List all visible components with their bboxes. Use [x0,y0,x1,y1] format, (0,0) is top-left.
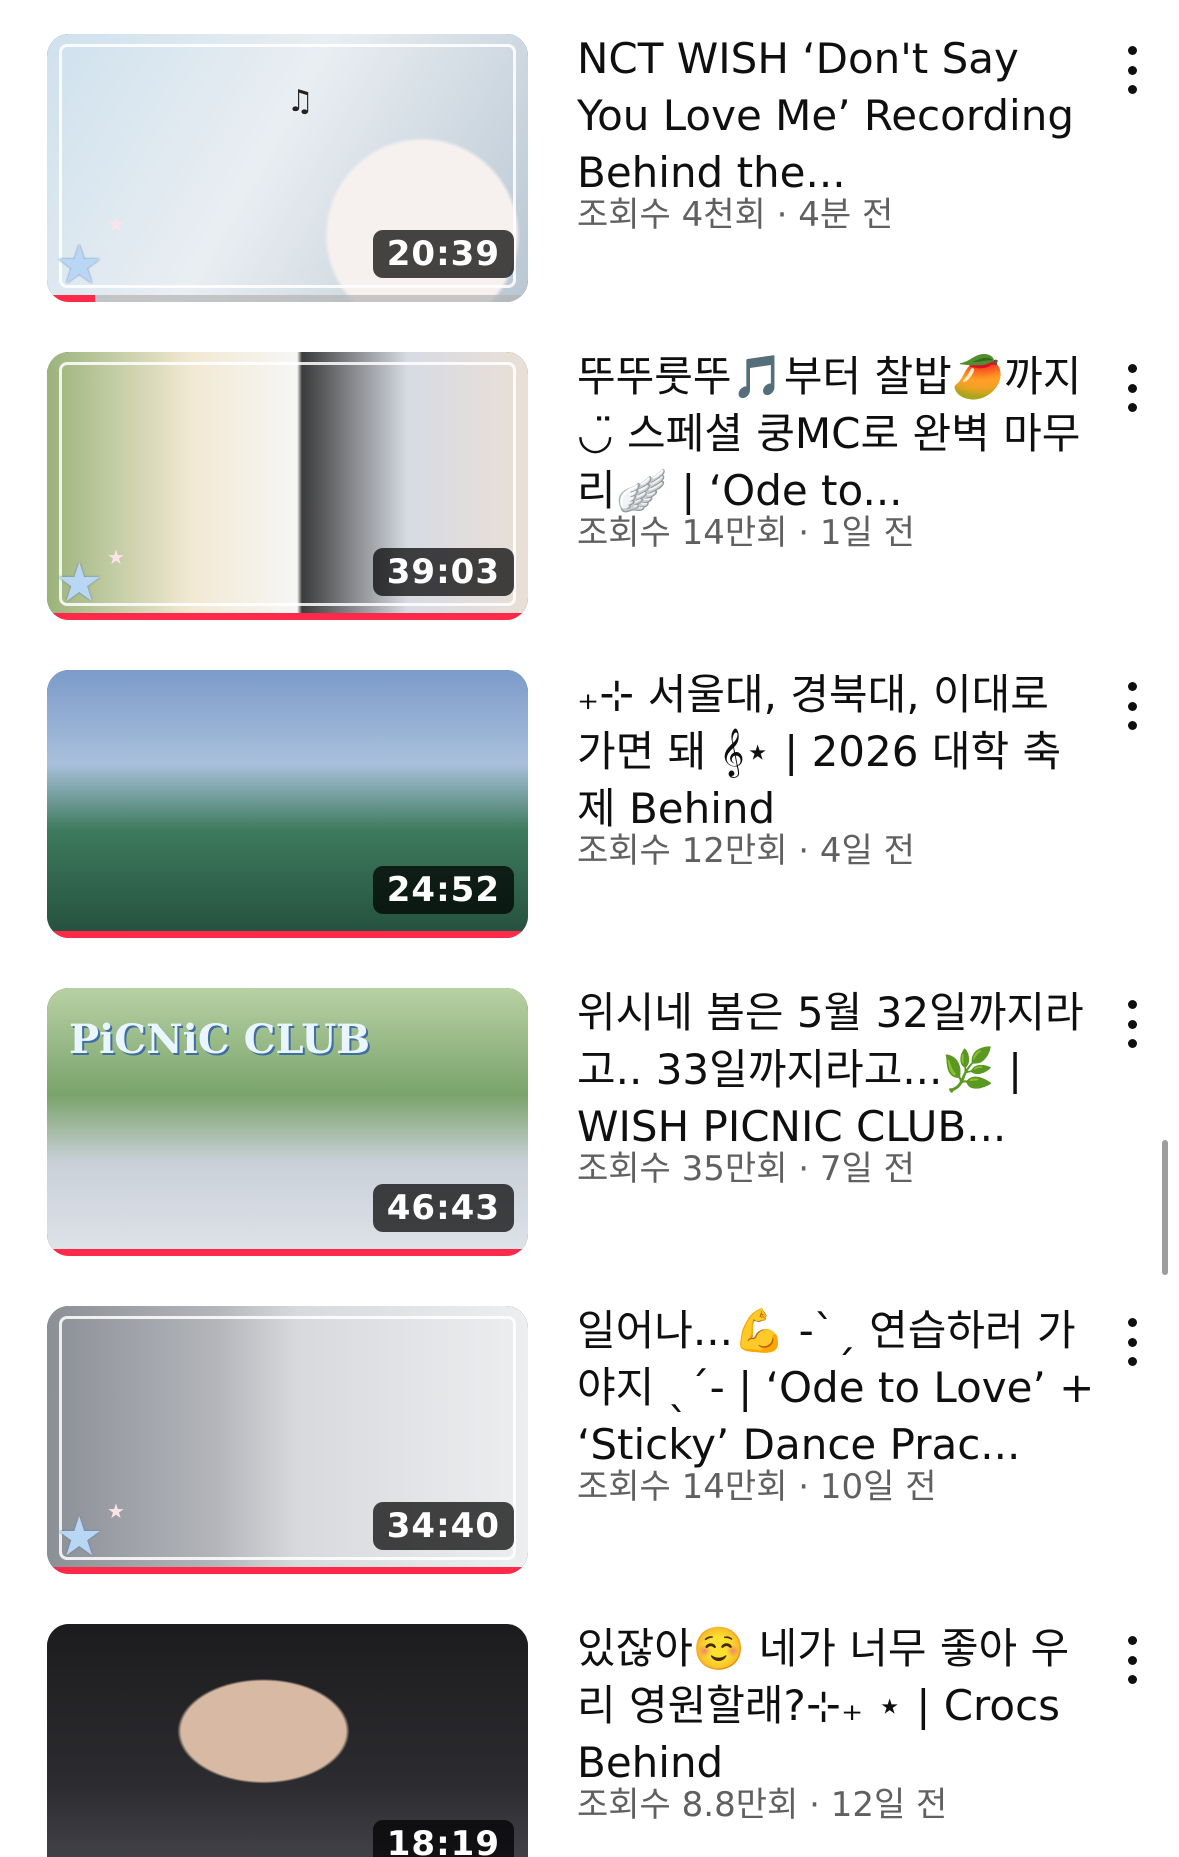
more-vert-icon[interactable] [1112,678,1152,734]
more-vert-icon[interactable] [1112,1314,1152,1370]
watch-progress-bar [47,1567,528,1574]
picnic-club-logo: PiCNiC CLUB [69,1016,371,1063]
star-icon: ★ [55,551,104,614]
video-item[interactable]: ♫ ★ ★ 20:39 NCT WISH ‘Don't Say You Love… [0,34,1179,334]
video-title[interactable]: 위시네 봄은 5월 32일까지라고.. 33일까지라고...🌿 | WISH P… [577,984,1097,1155]
watch-progress-fill [47,613,528,620]
video-feed: ♫ ★ ★ 20:39 NCT WISH ‘Don't Say You Love… [0,0,1179,1857]
star-icon: ★ [55,1505,104,1568]
watch-progress-bar [47,613,528,620]
watch-progress-bar [47,931,528,938]
video-stats: 조회수 8.8만회 · 12일 전 [577,1785,948,1825]
video-item[interactable]: 18:19 있잖아☺️ 네가 너무 좋아 우리 영원할래?⊹₊ ⋆ | Croc… [0,1624,1179,1857]
watch-progress-fill [47,295,96,302]
video-title[interactable]: ₊⊹ 서울대, 경북대, 이대로 가면 돼 𝄞⋆ | 2026 대학 축제 Be… [577,666,1097,837]
watch-progress-bar [47,1249,528,1256]
video-thumbnail[interactable]: 24:52 [47,670,528,938]
video-title[interactable]: 일어나...💪 -ˋˏ 연습하러 가야지 ˎˊ- | ‘Ode to Love’… [577,1302,1097,1473]
video-title[interactable]: 뚜뚜룻뚜🎵부터 찰밥🥭까지◡̈ 스페셜 쿵MC로 완벽 마무리🪽 | ‘Ode … [577,348,1097,519]
video-stats: 조회수 35만회 · 7일 전 [577,1149,915,1189]
video-meta: 뚜뚜룻뚜🎵부터 찰밥🥭까지◡̈ 스페셜 쿵MC로 완벽 마무리🪽 | ‘Ode … [577,348,1097,553]
duration-badge: 18:19 [372,1820,514,1857]
star-icon: ★ [55,233,104,296]
duration-badge: 34:40 [372,1502,514,1550]
video-thumbnail[interactable]: ♫ ★ ★ 20:39 [47,34,528,302]
more-vert-icon[interactable] [1112,42,1152,98]
star-icon: ★ [107,1499,125,1523]
watch-progress-bar [47,295,528,302]
duration-badge: 46:43 [372,1184,514,1232]
video-stats: 조회수 12만회 · 4일 전 [577,831,915,871]
video-thumbnail[interactable]: ★ ★ 34:40 [47,1306,528,1574]
duration-badge: 24:52 [372,866,514,914]
video-meta: 위시네 봄은 5월 32일까지라고.. 33일까지라고...🌿 | WISH P… [577,984,1097,1189]
video-stats: 조회수 4천회 · 4분 전 [577,195,894,235]
video-title[interactable]: NCT WISH ‘Don't Say You Love Me’ Recordi… [577,30,1097,201]
watch-progress-fill [47,931,528,938]
video-title[interactable]: 있잖아☺️ 네가 너무 좋아 우리 영원할래?⊹₊ ⋆ | Crocs Behi… [577,1620,1097,1791]
video-thumbnail[interactable]: PiCNiC CLUB 46:43 [47,988,528,1256]
video-meta: 있잖아☺️ 네가 너무 좋아 우리 영원할래?⊹₊ ⋆ | Crocs Behi… [577,1620,1097,1825]
video-thumbnail[interactable]: ★ ★ 39:03 [47,352,528,620]
watch-progress-fill [47,1249,528,1256]
more-vert-icon[interactable] [1112,360,1152,416]
more-vert-icon[interactable] [1112,996,1152,1052]
video-meta: NCT WISH ‘Don't Say You Love Me’ Recordi… [577,30,1097,235]
watch-progress-fill [47,1567,528,1574]
more-vert-icon[interactable] [1112,1632,1152,1688]
scrollbar[interactable] [1162,1140,1168,1275]
video-item[interactable]: ★ ★ 34:40 일어나...💪 -ˋˏ 연습하러 가야지 ˎˊ- | ‘Od… [0,1306,1179,1606]
duration-badge: 39:03 [372,548,514,596]
video-item[interactable]: 24:52 ₊⊹ 서울대, 경북대, 이대로 가면 돼 𝄞⋆ | 2026 대학… [0,670,1179,970]
duration-badge: 20:39 [372,230,514,278]
star-icon: ★ [107,212,125,236]
video-item[interactable]: PiCNiC CLUB 46:43 위시네 봄은 5월 32일까지라고.. 33… [0,988,1179,1288]
video-item[interactable]: ★ ★ 39:03 뚜뚜룻뚜🎵부터 찰밥🥭까지◡̈ 스페셜 쿵MC로 완벽 마무… [0,352,1179,652]
video-stats: 조회수 14만회 · 1일 전 [577,513,915,553]
video-stats: 조회수 14만회 · 10일 전 [577,1467,937,1507]
star-icon: ★ [107,545,125,569]
video-meta: ₊⊹ 서울대, 경북대, 이대로 가면 돼 𝄞⋆ | 2026 대학 축제 Be… [577,666,1097,871]
video-thumbnail[interactable]: 18:19 [47,1624,528,1857]
video-meta: 일어나...💪 -ˋˏ 연습하러 가야지 ˎˊ- | ‘Ode to Love’… [577,1302,1097,1507]
